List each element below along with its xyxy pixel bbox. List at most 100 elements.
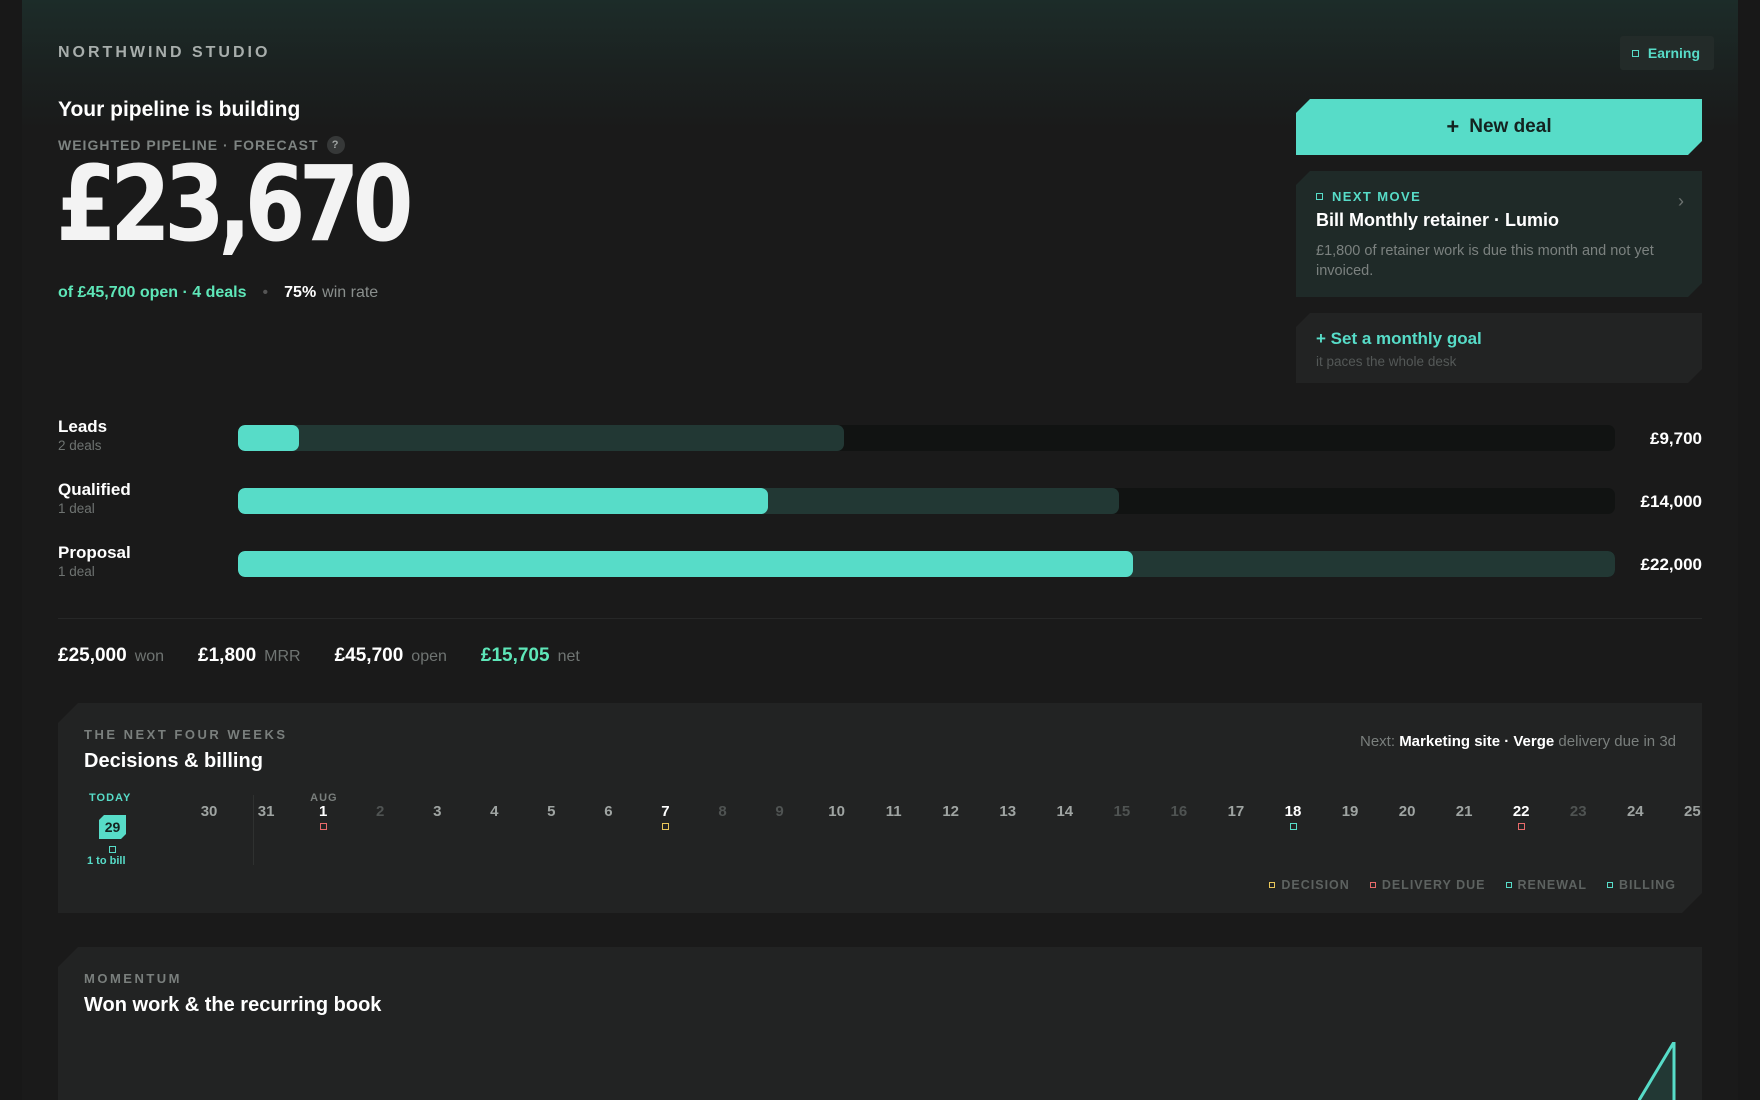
calendar-panel: THE NEXT FOUR WEEKS Decisions & billing … — [58, 703, 1702, 913]
set-goal-link[interactable]: + Set a monthly goal — [1316, 329, 1682, 349]
app-root: NORTHWIND STUDIO Earning Your pipeline i… — [22, 0, 1738, 1100]
calendar-day-5[interactable]: 5 — [531, 803, 571, 820]
stage-bar-weighted — [238, 488, 769, 514]
stage-name: Qualified — [58, 480, 131, 499]
stage-count: 2 deals — [58, 438, 102, 453]
today-billing-marker — [109, 846, 116, 853]
day-number: 3 — [433, 803, 442, 820]
day-marker-decision — [662, 823, 669, 830]
day-number: 25 — [1684, 803, 1701, 820]
calendar-day-12[interactable]: 12 — [931, 803, 971, 820]
stage-bar-track — [238, 551, 1615, 577]
calendar-day-9[interactable]: 9 — [760, 803, 800, 820]
today-label: TODAY — [89, 792, 132, 804]
calendar-day-8[interactable]: 8 — [703, 803, 743, 820]
day-number: 19 — [1341, 803, 1359, 820]
new-deal-button[interactable]: + New deal — [1296, 99, 1702, 155]
day-number: 13 — [999, 803, 1017, 820]
set-goal-card[interactable]: + Set a monthly goal it paces the whole … — [1296, 313, 1702, 383]
calendar-day-2[interactable]: 2 — [360, 803, 400, 820]
calendar-day-6[interactable]: 6 — [588, 803, 628, 820]
calendar-day-25[interactable]: 25 — [1672, 803, 1712, 820]
day-number: 4 — [490, 803, 499, 820]
next-move-square-icon — [1316, 193, 1323, 200]
legend-square-icon — [1269, 882, 1275, 888]
legend-square-icon — [1506, 882, 1512, 888]
next-move-description: £1,800 of retainer work is due this mont… — [1316, 243, 1654, 279]
total-won: £25,000 won — [58, 645, 164, 667]
status-badge-label: Earning — [1647, 45, 1700, 61]
next-move-label: NEXT MOVE — [1316, 189, 1682, 204]
next-move-card[interactable]: NEXT MOVE Bill Monthly retainer · Lumio … — [1296, 171, 1702, 297]
win-rate-label: win rate — [322, 284, 379, 301]
day-number: 14 — [1056, 803, 1074, 820]
calendar-day-30[interactable]: 30 — [189, 803, 229, 820]
calendar-day-15[interactable]: 15 — [1102, 803, 1142, 820]
calendar-day-7[interactable]: 7 — [645, 803, 685, 830]
totals-row: £25,000 won £1,800 MRR £45,700 open £15,705 net — [58, 645, 580, 667]
day-number: 23 — [1569, 803, 1587, 820]
total-value: £45,700 — [334, 645, 404, 666]
stage-row-leads[interactable]: Leads 2 deals £9,700 — [58, 417, 1702, 457]
stage-row-proposal[interactable]: Proposal 1 deal £22,000 — [58, 543, 1702, 583]
next-move-label-text: NEXT MOVE — [1332, 189, 1422, 204]
stage-bar-track — [238, 425, 1615, 451]
today-chip[interactable]: 29 — [99, 815, 126, 839]
calendar-day-20[interactable]: 20 — [1387, 803, 1427, 820]
day-number: 1 — [318, 803, 328, 820]
next-item[interactable]: Marketing site · Verge — [1399, 733, 1554, 750]
calendar-day-13[interactable]: 13 — [988, 803, 1028, 820]
pipeline-summary: of £45,700 open · 4 deals • 75% win rate — [58, 284, 378, 302]
calendar-day-14[interactable]: 14 — [1045, 803, 1085, 820]
total-label: open — [411, 648, 447, 665]
day-number: 20 — [1398, 803, 1416, 820]
day-number: 18 — [1284, 803, 1302, 820]
legend-label: BILLING — [1619, 878, 1676, 892]
calendar-day-24[interactable]: 24 — [1615, 803, 1655, 820]
calendar-day-3[interactable]: 3 — [417, 803, 457, 820]
day-marker-renewal — [1290, 823, 1297, 830]
total-value: £25,000 — [58, 645, 127, 666]
day-number: 31 — [257, 803, 275, 820]
calendar-day-17[interactable]: 17 — [1216, 803, 1256, 820]
stage-value: £22,000 — [1640, 555, 1702, 574]
total-label: won — [134, 648, 165, 665]
day-number: 21 — [1455, 803, 1473, 820]
status-square-icon — [1631, 49, 1639, 57]
total-mrr: £1,800 MRR — [198, 645, 301, 667]
total-label: net — [557, 648, 580, 665]
legend-label: DELIVERY DUE — [1381, 878, 1486, 892]
calendar-day-31[interactable]: 31 — [246, 803, 286, 820]
calendar-day-4[interactable]: 4 — [474, 803, 514, 820]
open-summary: of £45,700 open · 4 deals — [58, 284, 247, 301]
legend-decision: DECISION — [1269, 878, 1349, 892]
calendar-day-16[interactable]: 16 — [1159, 803, 1199, 820]
calendar-day-10[interactable]: 10 — [817, 803, 857, 820]
legend-square-icon — [1607, 882, 1613, 888]
total-net: £15,705 net — [481, 645, 580, 667]
calendar-day-22[interactable]: 22 — [1501, 803, 1541, 830]
calendar-day-21[interactable]: 21 — [1444, 803, 1484, 820]
day-marker-delivery — [1518, 823, 1525, 830]
stage-row-qualified[interactable]: Qualified 1 deal £14,000 — [58, 480, 1702, 520]
legend-label: DECISION — [1281, 878, 1350, 892]
calendar-day-19[interactable]: 19 — [1330, 803, 1370, 820]
calendar-day-18[interactable]: 18 — [1273, 803, 1313, 830]
stage-name: Proposal — [58, 543, 131, 562]
stage-bar-track — [238, 488, 1615, 514]
calendar-day-23[interactable]: 23 — [1558, 803, 1598, 820]
calendar-day-11[interactable]: 11 — [874, 803, 914, 820]
day-number: 12 — [942, 803, 960, 820]
stage-bar-total — [238, 425, 844, 451]
calendar-day-1[interactable]: 1 — [303, 803, 343, 830]
total-open: £45,700 open — [335, 645, 447, 667]
day-number: 30 — [200, 803, 218, 820]
divider — [58, 618, 1702, 619]
total-label: MRR — [264, 648, 301, 665]
day-number: 11 — [885, 803, 902, 820]
stage-bar-weighted — [238, 551, 1134, 577]
set-goal-subtitle: it paces the whole desk — [1316, 354, 1457, 369]
calendar-legend: DECISION DELIVERY DUE RENEWAL BILLING — [1269, 878, 1676, 892]
stage-value: £14,000 — [1640, 492, 1702, 511]
next-prefix: Next: — [1360, 733, 1396, 750]
